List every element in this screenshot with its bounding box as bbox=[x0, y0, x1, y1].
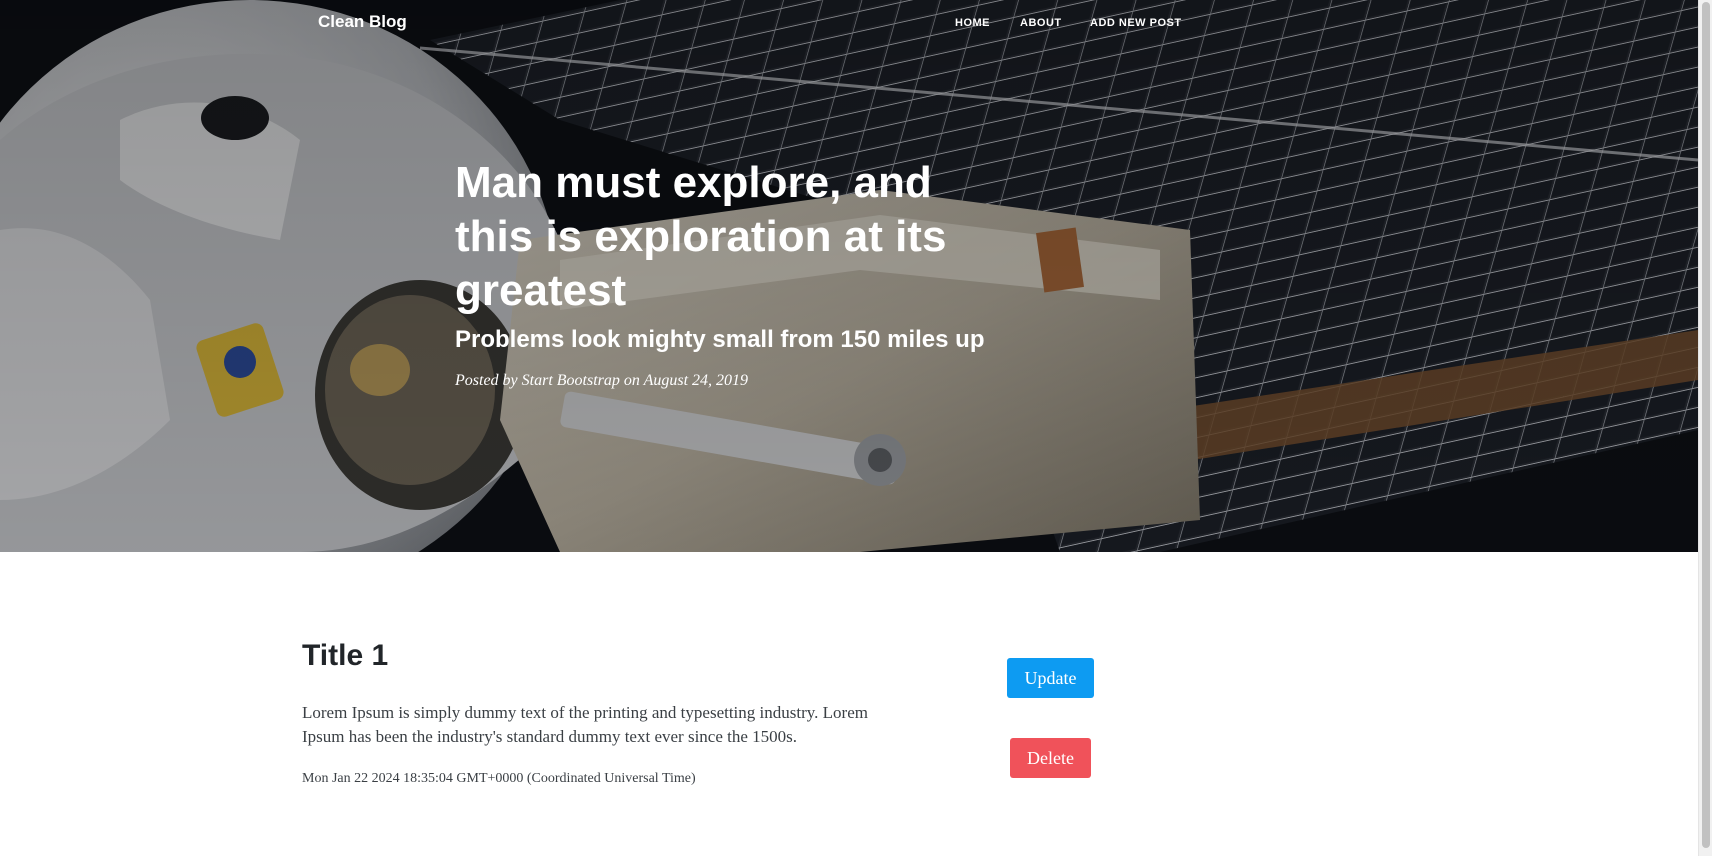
update-button[interactable]: Update bbox=[1007, 658, 1094, 698]
navbar: Clean Blog HOME ABOUT ADD NEW POST bbox=[0, 0, 1698, 46]
masthead-header: Clean Blog HOME ABOUT ADD NEW POST Man m… bbox=[0, 0, 1698, 552]
post-preview: Title 1 Lorem Ipsum is simply dummy text… bbox=[302, 636, 902, 787]
page: Clean Blog HOME ABOUT ADD NEW POST Man m… bbox=[0, 0, 1698, 856]
scrollbar-thumb[interactable] bbox=[1702, 2, 1710, 848]
vertical-scrollbar[interactable] bbox=[1698, 0, 1712, 856]
post-heading: Man must explore, and this is exploratio… bbox=[455, 156, 1015, 392]
delete-button[interactable]: Delete bbox=[1010, 738, 1091, 778]
post-meta: Posted by Start Bootstrap on August 24, … bbox=[455, 372, 749, 389]
page-subtitle: Problems look mighty small from 150 mile… bbox=[455, 326, 985, 353]
nav-home-link[interactable]: HOME bbox=[955, 17, 990, 29]
post-title[interactable]: Title 1 bbox=[302, 636, 902, 676]
page-title: Man must explore, and this is exploratio… bbox=[455, 158, 947, 315]
nav-add-new-post-link[interactable]: ADD NEW POST bbox=[1090, 17, 1182, 29]
nav-about-link[interactable]: ABOUT bbox=[1020, 17, 1062, 29]
post-excerpt: Lorem Ipsum is simply dummy text of the … bbox=[302, 703, 868, 746]
post-date: Mon Jan 22 2024 18:35:04 GMT+0000 (Coord… bbox=[302, 771, 696, 786]
brand-link[interactable]: Clean Blog bbox=[318, 12, 407, 32]
